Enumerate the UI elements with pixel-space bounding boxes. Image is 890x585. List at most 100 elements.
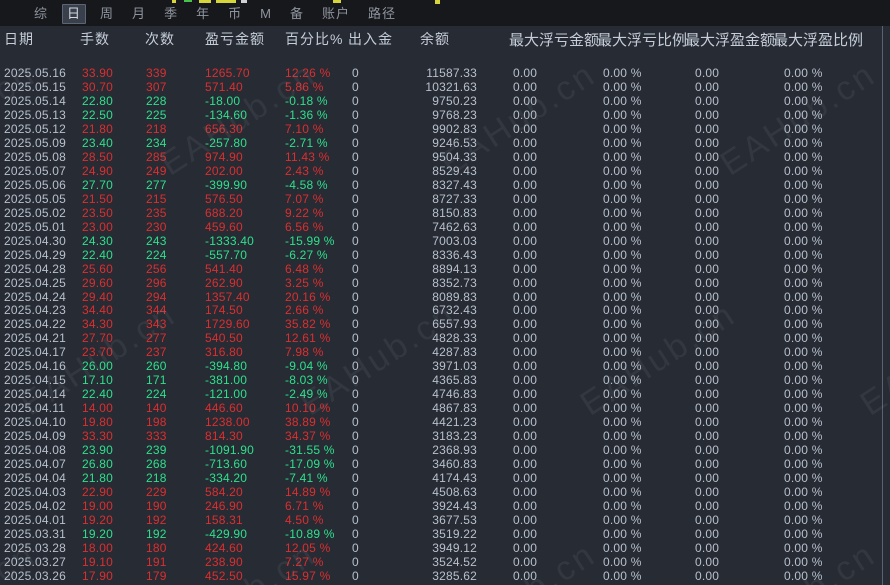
cell-max_float_loss_ratio: 0.00 %	[603, 499, 642, 514]
tab-月[interactable]: 月	[128, 5, 150, 23]
table-row[interactable]: 2025.04.24 29.40 294 1357.40 20.16 % 0 8089.83…	[0, 290, 890, 304]
cell-max_float_profit: 0.00	[695, 429, 720, 444]
cell-count: 277	[146, 177, 167, 192]
cell-lots: 19.10	[82, 554, 114, 569]
table-row[interactable]: 2025.04.25 29.60 296 262.90 3.25 % 0 8352.73 0.…	[0, 276, 890, 290]
cell-max_float_loss: 0.00	[513, 331, 538, 346]
table-row[interactable]: 2025.05.16 33.90 339 1265.70 12.26 % 0 11587.3…	[0, 66, 890, 80]
table-row[interactable]: 2025.04.17 23.70 237 316.80 7.98 % 0 4287.83 0.…	[0, 345, 890, 359]
table-row[interactable]: 2025.05.14 22.80 228 -18.00 -0.18 % 0 9750.23 0…	[0, 94, 890, 108]
tab-周[interactable]: 周	[96, 5, 118, 23]
cell-inout: 0	[352, 401, 359, 416]
cell-profit: 656.30	[205, 121, 243, 136]
table-row[interactable]: 2025.04.23 34.40 344 174.50 2.66 % 0 6732.43 0.…	[0, 303, 890, 317]
table-row[interactable]: 2025.04.02 19.00 190 246.90 6.71 % 0 3924.43 0.…	[0, 499, 890, 513]
table-row[interactable]: 2025.03.31 19.20 192 -429.90 -10.89 % 0 3519.2…	[0, 527, 890, 541]
table-row[interactable]: 2025.04.15 17.10 171 -381.00 -8.03 % 0 4365.83…	[0, 373, 890, 387]
table-row[interactable]: 2025.04.14 22.40 224 -121.00 -2.49 % 0 4746.83…	[0, 387, 890, 401]
cell-balance: 8089.83	[432, 289, 477, 304]
tab-路径[interactable]: 路径	[364, 5, 400, 23]
tab-备[interactable]: 备	[286, 5, 308, 23]
cell-balance: 9750.23	[432, 93, 477, 108]
tab-M[interactable]: M	[256, 5, 276, 23]
cell-profit: -18.00	[205, 93, 241, 108]
table-row[interactable]: 2025.05.06 27.70 277 -399.90 -4.58 % 0 8327.43…	[0, 178, 890, 192]
cell-max_float_profit_ratio: 0.00 %	[784, 247, 823, 262]
table-row[interactable]: 2025.04.29 22.40 224 -557.70 -6.27 % 0 8336.43…	[0, 248, 890, 262]
cell-inout: 0	[352, 373, 359, 388]
cell-percent: 20.16 %	[285, 289, 331, 304]
table-row[interactable]: 2025.05.05 21.50 215 576.50 7.07 % 0 8727.33 0.…	[0, 192, 890, 206]
cell-lots: 26.80	[82, 457, 114, 472]
cell-max_float_loss: 0.00	[513, 303, 538, 318]
cell-max_float_loss: 0.00	[513, 471, 538, 486]
table-row[interactable]: 2025.05.01 23.00 230 459.60 6.56 % 0 7462.63 0.…	[0, 220, 890, 234]
cell-count: 333	[146, 429, 167, 444]
cell-max_float_loss_ratio: 0.00 %	[603, 149, 642, 164]
table-row[interactable]: 2025.04.09 33.30 333 814.30 34.37 % 0 3183.23 0…	[0, 429, 890, 443]
cell-count: 260	[146, 359, 167, 374]
tab-季[interactable]: 季	[160, 5, 182, 23]
cell-lots: 23.00	[82, 219, 114, 234]
tab-币[interactable]: 币	[224, 5, 246, 23]
cell-max_float_loss: 0.00	[513, 219, 538, 234]
table-row[interactable]: 2025.04.08 23.90 239 -1091.90 -31.55 % 0 2368.…	[0, 443, 890, 457]
cell-lots: 19.00	[82, 499, 114, 514]
tab-日[interactable]: 日	[62, 4, 87, 24]
table-row[interactable]: 2025.04.10 19.80 198 1238.00 38.89 % 0 4421.23…	[0, 415, 890, 429]
tab-综[interactable]: 综	[30, 5, 52, 23]
table-row[interactable]: 2025.03.28 18.00 180 424.60 12.05 % 0 3949.12 0…	[0, 541, 890, 555]
cell-balance: 8336.43	[432, 247, 477, 262]
table-row[interactable]: 2025.04.11 14.00 140 446.60 10.10 % 0 4867.83 0…	[0, 401, 890, 415]
table-row[interactable]: 2025.05.02 23.50 235 688.20 9.22 % 0 8150.83 0.…	[0, 206, 890, 220]
cell-max_float_profit: 0.00	[695, 331, 720, 346]
table-row[interactable]: 2025.05.09 23.40 234 -257.80 -2.71 % 0 9246.53…	[0, 136, 890, 150]
table-row[interactable]: 2025.05.13 22.50 225 -134.60 -1.36 % 0 9768.23…	[0, 108, 890, 122]
cell-count: 224	[146, 387, 167, 402]
cell-percent: 6.48 %	[285, 261, 324, 276]
table-row[interactable]: 2025.04.01 19.20 192 158.31 4.50 % 0 3677.53 0.…	[0, 513, 890, 527]
cell-inout: 0	[352, 303, 359, 318]
cell-inout: 0	[352, 485, 359, 500]
table-row[interactable]: 2025.04.28 25.60 256 541.40 6.48 % 0 8894.13 0.…	[0, 262, 890, 276]
table-row[interactable]: 2025.04.07 26.80 268 -713.60 -17.09 % 0 3460.8…	[0, 457, 890, 471]
table-row[interactable]: 2025.05.08 28.50 285 974.90 11.43 % 0 9504.33 0…	[0, 150, 890, 164]
table-row[interactable]: 2025.04.21 27.70 277 540.50 12.61 % 0 4828.33 0…	[0, 331, 890, 345]
cell-lots: 29.40	[82, 289, 114, 304]
table-row[interactable]: 2025.04.04 21.80 218 -334.20 -7.41 % 0 4174.43…	[0, 471, 890, 485]
cell-max_float_profit: 0.00	[695, 471, 720, 486]
cell-max_float_loss_ratio: 0.00 %	[603, 261, 642, 276]
cell-date: 2025.04.03	[4, 485, 67, 500]
top-edge-artifact	[435, 0, 440, 4]
table-row[interactable]: 2025.04.22 34.30 343 1729.60 35.82 % 0 6557.93…	[0, 317, 890, 331]
top-edge-artifact	[333, 0, 341, 3]
tab-账户[interactable]: 账户	[318, 5, 354, 23]
cell-max_float_loss_ratio: 0.00 %	[603, 471, 642, 486]
cell-balance: 8894.13	[432, 261, 477, 276]
table-row[interactable]: 2025.03.27 19.10 191 238.90 7.27 % 0 3524.52 0.…	[0, 555, 890, 569]
cell-count: 224	[146, 247, 167, 262]
table-row[interactable]: 2025.05.12 21.80 218 656.30 7.10 % 0 9902.83 0.…	[0, 122, 890, 136]
cell-count: 218	[146, 121, 167, 136]
table-row[interactable]: 2025.04.30 24.30 243 -1333.40 -15.99 % 0 7003.…	[0, 234, 890, 248]
cell-count: 171	[146, 373, 167, 388]
cell-percent: 3.25 %	[285, 275, 324, 290]
tab-年[interactable]: 年	[192, 5, 214, 23]
cell-max_float_profit: 0.00	[695, 485, 720, 500]
cell-max_float_profit_ratio: 0.00 %	[784, 499, 823, 514]
table-row[interactable]: 2025.05.07 24.90 249 202.00 2.43 % 0 8529.43 0.…	[0, 164, 890, 178]
cell-max_float_profit_ratio: 0.00 %	[784, 93, 823, 108]
cell-max_float_loss: 0.00	[513, 163, 538, 178]
table-row[interactable]: 2025.03.26 17.90 179 452.50 15.97 % 0 3285.62 0…	[0, 569, 890, 583]
cell-percent: 9.22 %	[285, 205, 324, 220]
top-edge-artifact	[241, 0, 247, 3]
cell-profit: 446.60	[205, 401, 243, 416]
cell-max_float_profit: 0.00	[695, 191, 720, 206]
table-row[interactable]: 2025.05.15 30.70 307 571.40 5.86 % 0 10321.63 0…	[0, 80, 890, 94]
cell-profit: 540.50	[205, 331, 243, 346]
table-row[interactable]: 2025.04.16 26.00 260 -394.80 -9.04 % 0 3971.03…	[0, 359, 890, 373]
cell-lots: 18.00	[82, 540, 114, 555]
table-row[interactable]: 2025.04.03 22.90 229 584.20 14.89 % 0 4508.63 0…	[0, 485, 890, 499]
cell-percent: -8.03 %	[285, 373, 328, 388]
cell-count: 294	[146, 289, 167, 304]
